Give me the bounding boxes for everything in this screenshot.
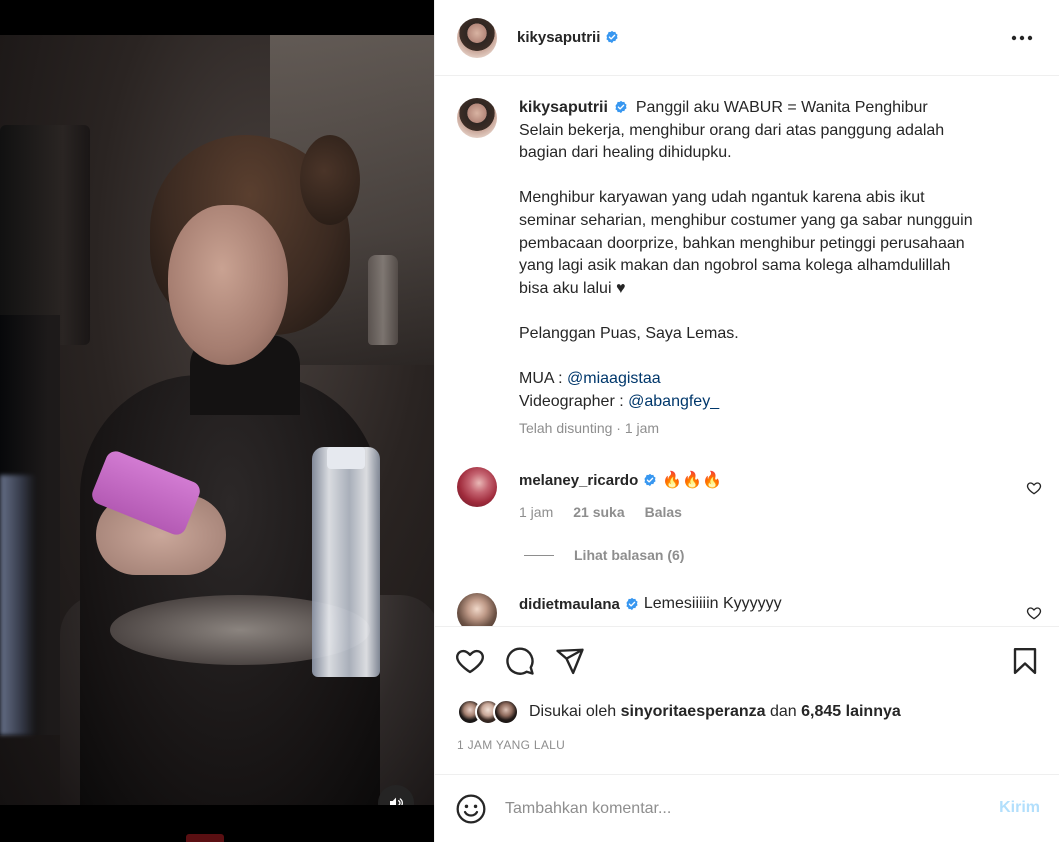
likes-count[interactable]: 6,845 lainnya	[801, 703, 901, 720]
comment-time: 1 jam	[519, 504, 554, 520]
caption-mua-line: MUA : @miaagistaa	[519, 368, 1019, 391]
author-avatar[interactable]	[457, 18, 497, 58]
video-person-bun	[300, 135, 360, 225]
caption-text: yang lagi asik makan dan ngobrol sama ko…	[519, 257, 951, 275]
author-info: kikysaputrii	[517, 26, 619, 48]
likes-summary: Disukai oleh sinyoritaesperanza dan 6,84…	[457, 698, 901, 726]
verified-badge-icon	[644, 473, 656, 487]
author-username[interactable]: kikysaputrii	[517, 29, 600, 46]
caption-text: Panggil aku WABUR = Wanita Penghibur	[635, 99, 928, 116]
comment-text: 🔥🔥🔥	[662, 472, 722, 489]
likes-text: Disukai oleh sinyoritaesperanza dan 6,84…	[529, 703, 901, 721]
caption-text: seminar seharian, menghibur costumer yan…	[519, 211, 973, 229]
comment-icon[interactable]	[505, 646, 535, 676]
post-actions	[435, 642, 1059, 682]
add-comment-bar: Kirim	[435, 774, 1059, 842]
caption-text: Menghibur karyawan yang udah ngantuk kar…	[519, 189, 925, 207]
caption-text: bisa aku lalui ♥	[519, 279, 626, 297]
post-comment-button[interactable]: Kirim	[999, 799, 1040, 817]
comments-scroll-area[interactable]: kikysaputrii Panggil aku WABUR = Wanita …	[435, 77, 1059, 627]
verified-badge-icon	[626, 597, 638, 611]
video-water-bottle	[312, 447, 380, 677]
caption-line-1: kikysaputrii Panggil aku WABUR = Wanita …	[519, 97, 1019, 120]
post-media	[0, 0, 434, 842]
comment-meta: 1 jam 21 suka Balas	[519, 504, 682, 520]
video-person-face	[168, 205, 288, 365]
background-light	[0, 475, 36, 735]
likes-middle: dan	[765, 703, 802, 720]
commenter-avatar[interactable]	[457, 593, 497, 626]
comment-text: Lemesiiiiin Kyyyyyy	[643, 595, 782, 612]
comment-input[interactable]	[505, 795, 975, 823]
view-replies-label: Lihat balasan (6)	[574, 547, 685, 563]
post-time-ago[interactable]: 1 JAM YANG LALU	[457, 738, 565, 752]
verified-badge-icon	[606, 30, 618, 44]
reply-button[interactable]: Balas	[645, 504, 682, 520]
background-object	[0, 125, 90, 345]
bookmark-icon[interactable]	[1010, 646, 1040, 676]
heart-icon[interactable]	[455, 646, 485, 676]
post-header: kikysaputrii	[435, 0, 1059, 76]
emoji-icon[interactable]	[455, 793, 487, 825]
caption-author-avatar[interactable]	[457, 98, 497, 138]
caption-text: bagian dari healing dihidupku.	[519, 144, 732, 162]
verified-badge-icon	[615, 100, 627, 114]
likes-prefix: Disukai oleh	[529, 703, 621, 720]
caption-text: Videographer :	[519, 392, 629, 410]
comment-heart-icon[interactable]	[1026, 605, 1042, 621]
liker-avatars	[457, 699, 521, 725]
mua-mention-link[interactable]: @miaagistaa	[567, 370, 661, 387]
liker-username[interactable]: sinyoritaesperanza	[621, 703, 766, 720]
media-bottom-decoration	[186, 834, 224, 842]
commenter-username[interactable]: melaney_ricardo	[519, 472, 638, 489]
comment-likes-count[interactable]: 21 suka	[573, 504, 624, 520]
post-video[interactable]	[0, 35, 434, 805]
speaker-icon	[390, 797, 404, 805]
comment-heart-icon[interactable]	[1026, 480, 1042, 496]
caption-videographer-line: Videographer : @abangfey_	[519, 391, 1019, 414]
background-bottle	[368, 255, 398, 345]
post-panel: kikysaputrii kikysaputrii Panggil aku WA…	[434, 0, 1059, 842]
commenter-username[interactable]: didietmaulana	[519, 596, 620, 613]
comment-item: melaney_ricardo 🔥🔥🔥	[519, 470, 722, 490]
video-bottle-cap	[327, 447, 365, 469]
comment-item: didietmaulana Lemesiiiiin Kyyyyyy	[519, 595, 782, 613]
caption-text: MUA :	[519, 370, 568, 388]
videographer-mention-link[interactable]: @abangfey_	[628, 393, 719, 410]
caption-text: Selain bekerja, menghibur orang dari ata…	[519, 121, 945, 139]
caption-meta: Telah disunting · 1 jam	[519, 420, 660, 436]
replies-divider	[524, 554, 554, 556]
liker-avatar[interactable]	[493, 699, 519, 725]
more-options-icon	[1011, 35, 1033, 41]
caption-text: Pelanggan Puas, Saya Lemas.	[519, 324, 739, 342]
share-icon[interactable]	[555, 646, 585, 676]
more-options-button[interactable]	[1008, 26, 1036, 50]
view-replies-button[interactable]: Lihat balasan (6)	[524, 547, 684, 563]
caption-author-username[interactable]: kikysaputrii	[519, 99, 608, 116]
commenter-avatar[interactable]	[457, 467, 497, 507]
caption-text: pembacaan doorprize, bahkan menghibur pe…	[519, 234, 965, 252]
post-caption: kikysaputrii Panggil aku WABUR = Wanita …	[519, 97, 1019, 413]
